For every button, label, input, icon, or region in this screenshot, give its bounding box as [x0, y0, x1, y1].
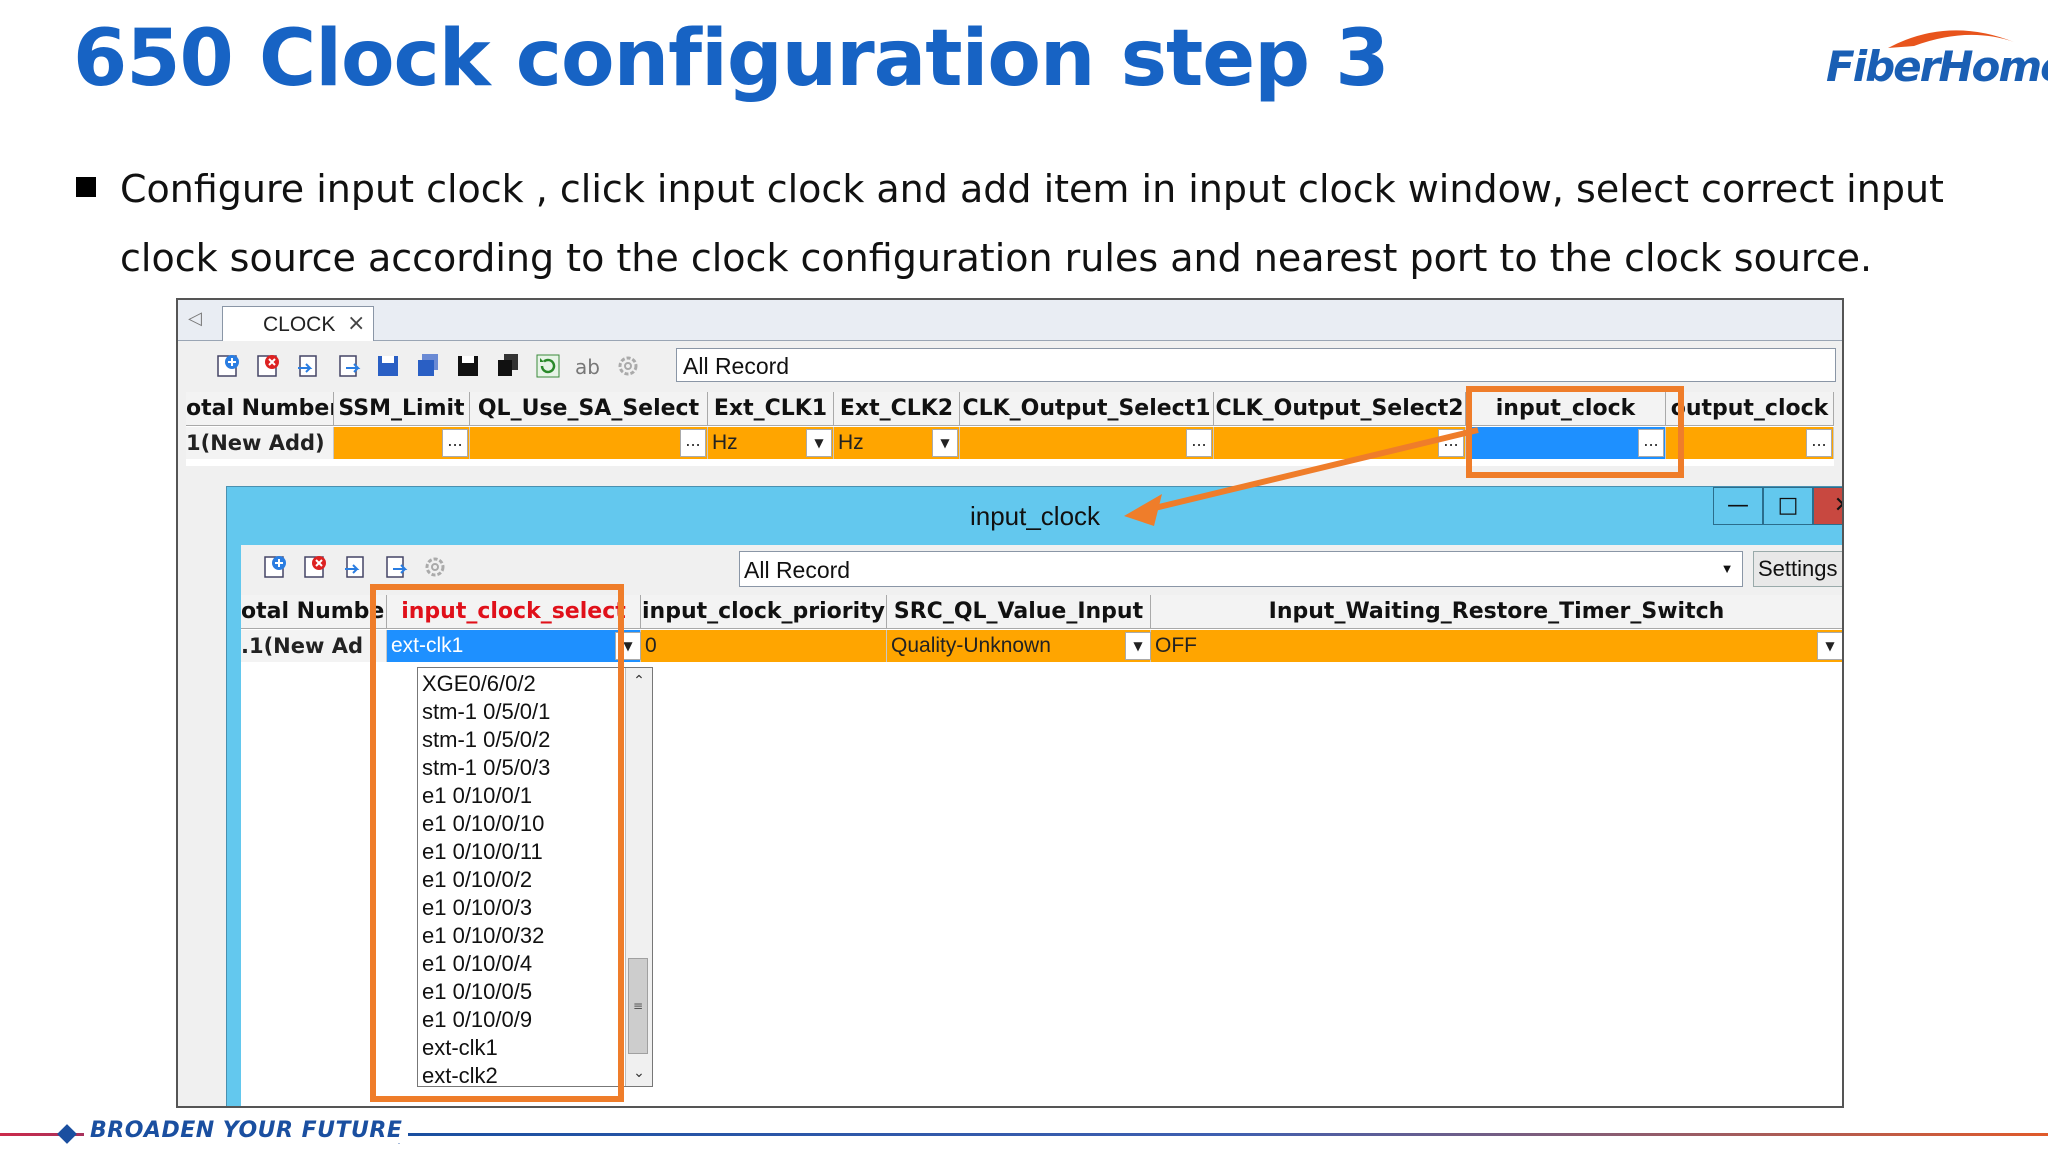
bullet-text: Configure input clock , click input cloc… [120, 167, 1944, 280]
fiberhome-logo: FiberHome [1818, 20, 2048, 100]
pointer-arrow-icon [1124, 427, 1479, 526]
footer-slogan: BROADEN YOUR FUTURE [84, 1118, 409, 1143]
logo-text: FiberHome [1826, 42, 2048, 91]
nms-screenshot: ◁ CLOCK × ab All Record otal Number: SSM… [176, 298, 1844, 1108]
page-title: 650 Clock configuration step 3 [73, 14, 1389, 104]
bullet-square-icon [76, 177, 96, 197]
footer-diamond-icon [57, 1124, 77, 1144]
